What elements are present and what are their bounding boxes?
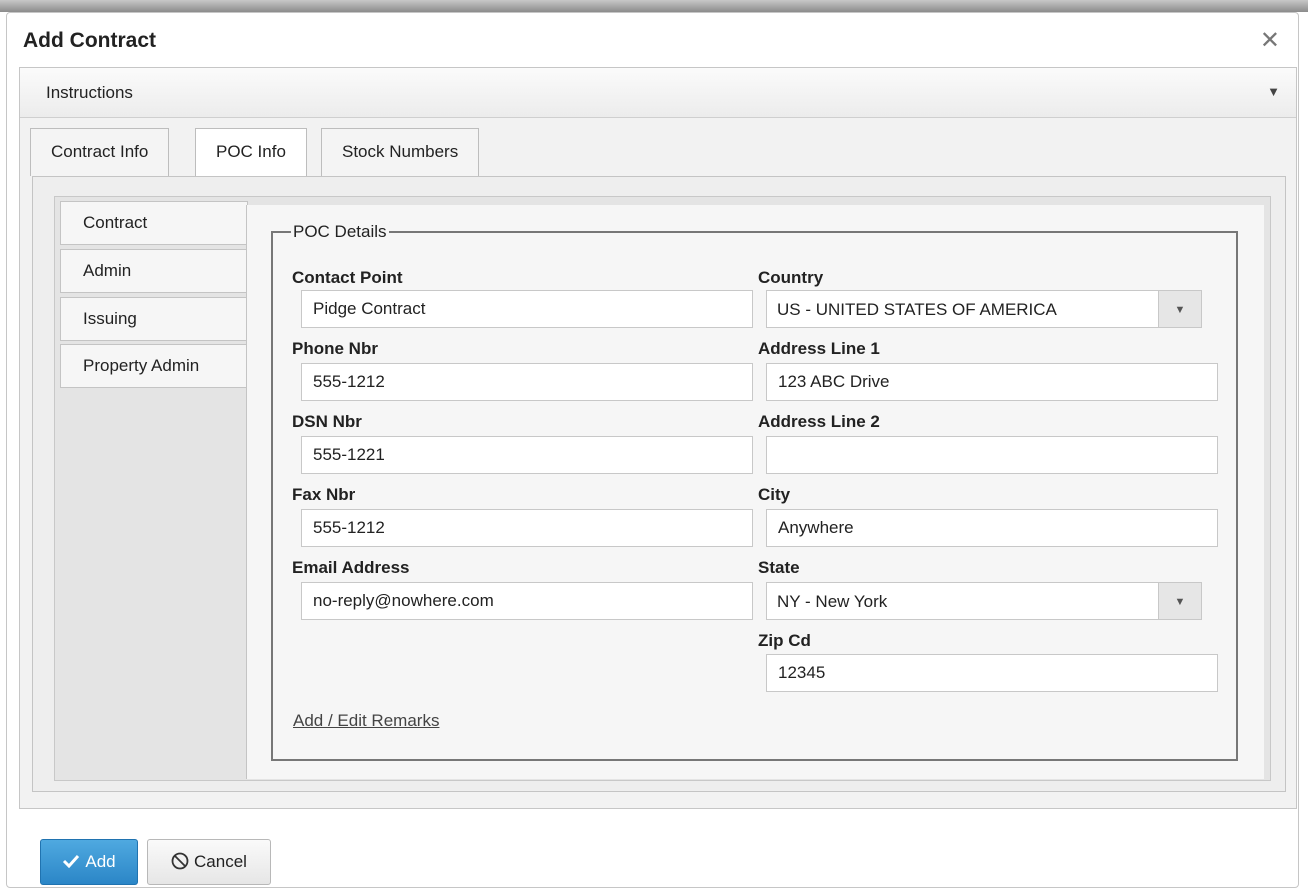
tab-stock-numbers[interactable]: Stock Numbers	[321, 128, 480, 176]
add-button[interactable]: Add	[40, 839, 138, 885]
vtab-contract-label: Contract	[83, 213, 148, 232]
dsn-nbr-input[interactable]	[301, 436, 753, 474]
vtab-contract[interactable]: Contract	[60, 201, 248, 245]
email-address-input[interactable]	[301, 582, 753, 620]
add-contract-dialog: Add Contract ✕ Instructions ▼ Contract I…	[6, 12, 1299, 888]
prohibited-icon	[171, 852, 189, 869]
zip-cd-input[interactable]	[766, 654, 1218, 692]
vtab-issuing-label: Issuing	[83, 309, 137, 328]
dialog-title: Add Contract	[23, 29, 156, 52]
fax-nbr-input[interactable]	[301, 509, 753, 547]
address-line-1-label: Address Line 1	[758, 339, 880, 358]
address-line-1-input[interactable]	[766, 363, 1218, 401]
fax-nbr-label: Fax Nbr	[292, 485, 356, 504]
state-label: State	[758, 558, 800, 577]
chevron-down-icon[interactable]: ▼	[1158, 290, 1202, 328]
city-input[interactable]	[766, 509, 1218, 547]
phone-nbr-label: Phone Nbr	[292, 339, 378, 358]
country-select[interactable]: US - UNITED STATES OF AMERICA ▼	[766, 290, 1202, 328]
address-line-2-label: Address Line 2	[758, 412, 880, 431]
window-top-bar	[0, 0, 1308, 12]
instructions-label: Instructions	[46, 83, 133, 102]
dsn-nbr-label: DSN Nbr	[292, 412, 362, 431]
tab-contract-info[interactable]: Contract Info	[30, 128, 170, 176]
close-icon[interactable]: ✕	[1260, 29, 1280, 53]
poc-info-panel: Contract Admin Issuing Property Admin PO…	[32, 176, 1286, 792]
contact-point-label: Contact Point	[292, 268, 403, 287]
checkmark-icon	[63, 854, 80, 868]
email-address-label: Email Address	[292, 558, 410, 577]
contract-poc-panel: POC Details Contact Point Phone Nbr DSN …	[246, 205, 1264, 779]
vertical-tabs-container: Contract Admin Issuing Property Admin PO…	[54, 196, 1271, 781]
add-edit-remarks-link[interactable]: Add / Edit Remarks	[293, 711, 439, 731]
poc-details-fieldset: POC Details Contact Point Phone Nbr DSN …	[271, 222, 1238, 761]
poc-details-legend: POC Details	[293, 222, 387, 241]
cancel-button[interactable]: Cancel	[147, 839, 271, 885]
state-value: NY - New York	[777, 592, 888, 611]
instructions-panel-header[interactable]: Instructions ▼	[20, 68, 1296, 118]
country-label: Country	[758, 268, 824, 287]
dialog-content: Instructions ▼ Contract Info POC Info St…	[19, 67, 1297, 809]
country-value: US - UNITED STATES OF AMERICA	[777, 300, 1057, 319]
vtab-property-admin-label: Property Admin	[83, 356, 200, 375]
add-button-label: Add	[85, 852, 116, 871]
vtab-admin-label: Admin	[83, 261, 132, 280]
vtab-issuing[interactable]: Issuing	[60, 297, 248, 341]
chevron-down-icon[interactable]: ▼	[1158, 582, 1202, 620]
city-label: City	[758, 485, 791, 504]
tab-poc-info[interactable]: POC Info	[195, 128, 307, 177]
phone-nbr-input[interactable]	[301, 363, 753, 401]
contact-point-input[interactable]	[301, 290, 753, 328]
state-select[interactable]: NY - New York ▼	[766, 582, 1202, 620]
vtab-property-admin[interactable]: Property Admin	[60, 344, 248, 388]
address-line-2-input[interactable]	[766, 436, 1218, 474]
vtab-admin[interactable]: Admin	[60, 249, 248, 293]
zip-cd-label: Zip Cd	[758, 631, 811, 650]
triangle-down-icon[interactable]: ▼	[1267, 84, 1280, 99]
cancel-button-label: Cancel	[194, 852, 247, 871]
